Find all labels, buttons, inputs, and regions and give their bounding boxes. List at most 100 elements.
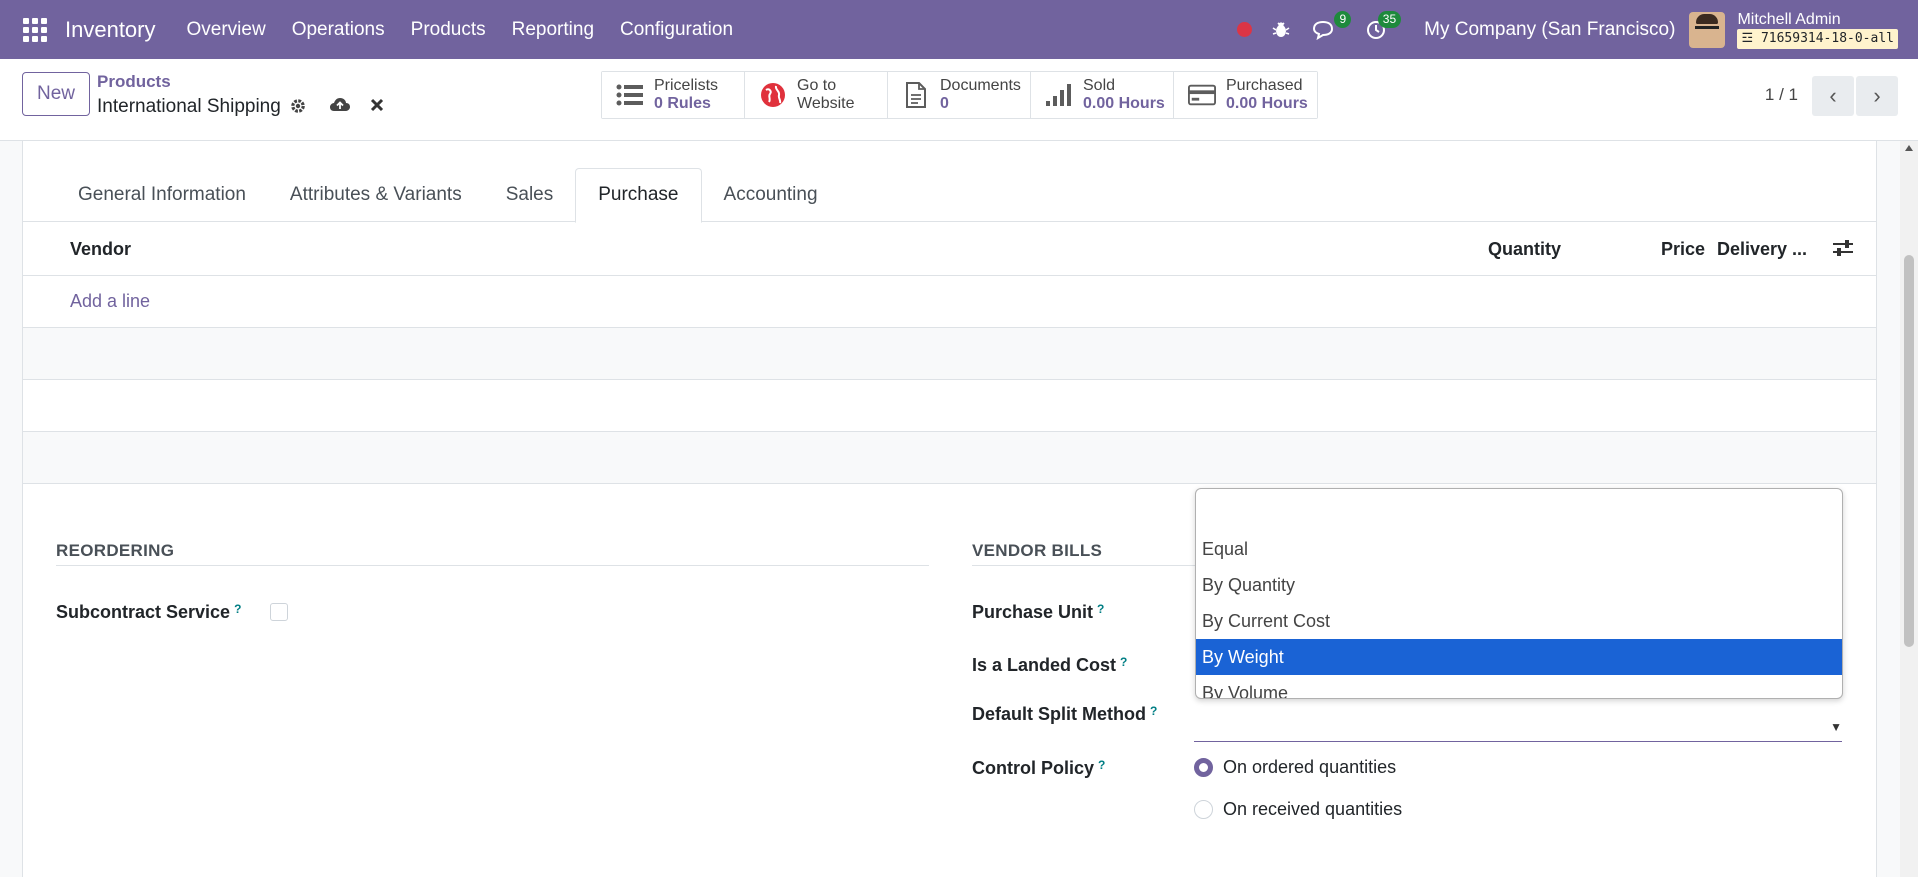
column-quantity[interactable]: Quantity: [1488, 239, 1561, 260]
radio-unchecked[interactable]: [1194, 800, 1213, 819]
messages-chat-icon[interactable]: 9: [1312, 10, 1352, 40]
website-label-line1: Go to: [797, 77, 837, 94]
pricelists-label: Pricelists: [654, 77, 719, 94]
split-option-by-quantity[interactable]: By Quantity: [1196, 567, 1842, 603]
page-scrollbar[interactable]: [1900, 141, 1918, 877]
control-panel: New Products International Shipping Pric…: [0, 59, 1918, 141]
help-tooltip-icon[interactable]: ?: [234, 602, 241, 616]
purchased-value: 0.00 Hours: [1226, 95, 1308, 112]
column-settings-sliders-icon[interactable]: [1832, 238, 1854, 263]
user-menu[interactable]: Mitchell Admin ☲ 71659314-18-0-all: [1737, 11, 1898, 49]
default-split-method-select[interactable]: ▼: [1194, 698, 1842, 742]
caret-down-icon: ▼: [1830, 720, 1842, 734]
app-name[interactable]: Inventory: [65, 17, 156, 43]
user-avatar[interactable]: [1689, 11, 1726, 48]
vendor-empty-row: [23, 432, 1876, 484]
pricelists-value: 0 Rules: [654, 95, 711, 112]
breadcrumb-products[interactable]: Products: [97, 72, 171, 92]
menu-reporting[interactable]: Reporting: [499, 19, 607, 41]
subcontract-service-checkbox[interactable]: [270, 603, 288, 621]
radio-checked[interactable]: [1194, 758, 1213, 777]
split-option-by-volume[interactable]: By Volume: [1196, 675, 1842, 698]
sold-label: Sold: [1083, 77, 1116, 94]
pager-next-button[interactable]: ›: [1856, 76, 1898, 116]
split-option-empty[interactable]: [1196, 493, 1842, 529]
credit-card-icon: [1188, 84, 1216, 106]
document-icon: [902, 81, 930, 109]
scrollbar-thumb[interactable]: [1904, 255, 1914, 647]
pager-counter[interactable]: 1 / 1: [1765, 85, 1798, 105]
default-split-method-label: Default Split Method?: [972, 704, 1157, 725]
purchase-unit-text: Purchase Unit: [972, 602, 1094, 622]
documents-value: 0: [940, 95, 949, 112]
cloud-upload-save-icon[interactable]: [329, 97, 351, 118]
split-option-equal[interactable]: Equal: [1196, 531, 1842, 567]
split-method-dropdown: Equal By Quantity By Current Cost By Wei…: [1195, 488, 1843, 699]
column-vendor[interactable]: Vendor: [70, 239, 131, 260]
subcontract-service-label: Subcontract Service?: [56, 602, 241, 623]
control-policy-ordered-option[interactable]: On ordered quantities: [1194, 757, 1396, 778]
navbar-systray: 9 35 My Company (San Francisco) Mitchell…: [1237, 0, 1898, 59]
bar-chart-icon: [1045, 83, 1073, 107]
purchased-smart-button[interactable]: Purchased 0.00 Hours: [1174, 72, 1317, 118]
reordering-section-title: REORDERING: [56, 541, 175, 560]
menu-overview[interactable]: Overview: [174, 19, 279, 41]
scroll-up-arrow-icon[interactable]: [1905, 145, 1913, 151]
pager-previous-button[interactable]: ‹: [1812, 76, 1854, 116]
landed-cost-label: Is a Landed Cost?: [972, 655, 1127, 676]
vendor-empty-row: [23, 380, 1876, 432]
discard-close-icon[interactable]: [369, 97, 385, 118]
split-option-by-current-cost[interactable]: By Current Cost: [1196, 603, 1842, 639]
control-policy-text: Control Policy: [972, 758, 1095, 778]
landed-cost-text: Is a Landed Cost: [972, 655, 1117, 675]
activities-clock-icon[interactable]: 35: [1366, 10, 1402, 40]
tab-general-information[interactable]: General Information: [56, 168, 268, 221]
purchased-label: Purchased: [1226, 77, 1303, 94]
company-switcher[interactable]: My Company (San Francisco): [1424, 19, 1675, 41]
menu-products[interactable]: Products: [398, 19, 499, 41]
column-delivery[interactable]: Delivery ...: [1717, 239, 1807, 260]
apps-menu-icon[interactable]: [21, 16, 49, 44]
vendor-table-header: Vendor Quantity Price Delivery ...: [23, 222, 1876, 276]
documents-smart-button[interactable]: Documents 0: [888, 72, 1031, 118]
reordering-divider: [56, 565, 929, 566]
recording-indicator-icon[interactable]: [1237, 22, 1253, 37]
control-policy-label: Control Policy?: [972, 758, 1105, 779]
user-name[interactable]: Mitchell Admin: [1737, 11, 1898, 29]
menu-configuration[interactable]: Configuration: [607, 19, 746, 41]
tab-sales[interactable]: Sales: [484, 168, 576, 221]
chevron-left-icon: ‹: [1829, 83, 1837, 108]
control-policy-received-option[interactable]: On received quantities: [1194, 799, 1402, 820]
new-button[interactable]: New: [22, 72, 90, 116]
help-tooltip-icon[interactable]: ?: [1098, 758, 1105, 772]
default-split-method-text: Default Split Method: [972, 704, 1146, 724]
control-policy-received-label: On received quantities: [1223, 799, 1403, 819]
gear-icon[interactable]: [289, 97, 307, 120]
notebook-tabs: General Information Attributes & Variant…: [23, 168, 1876, 223]
help-tooltip-icon[interactable]: ?: [1097, 602, 1104, 616]
activities-badge: 35: [1377, 10, 1402, 28]
menu-operations[interactable]: Operations: [279, 19, 398, 41]
record-title: International Shipping: [97, 96, 281, 117]
tab-purchase[interactable]: Purchase: [575, 168, 702, 223]
help-tooltip-icon[interactable]: ?: [1120, 655, 1127, 669]
purchase-unit-label: Purchase Unit?: [972, 602, 1104, 623]
tab-attributes-variants[interactable]: Attributes & Variants: [268, 168, 484, 221]
split-option-by-weight[interactable]: By Weight: [1196, 639, 1842, 675]
smart-buttons: Pricelists 0 Rules Go to Website Documents…: [601, 71, 1318, 119]
chevron-right-icon: ›: [1873, 83, 1881, 108]
control-policy-ordered-label: On ordered quantities: [1223, 757, 1397, 777]
add-a-line-link[interactable]: Add a line: [70, 291, 150, 312]
subcontract-service-text: Subcontract Service: [56, 602, 231, 622]
go-to-website-smart-button[interactable]: Go to Website: [745, 72, 888, 118]
vendor-bills-section-title: VENDOR BILLS: [972, 541, 1103, 560]
pricelists-smart-button[interactable]: Pricelists 0 Rules: [602, 72, 745, 118]
debug-bug-icon[interactable]: [1272, 21, 1290, 39]
help-tooltip-icon[interactable]: ?: [1150, 704, 1157, 718]
tab-accounting[interactable]: Accounting: [702, 168, 840, 221]
website-label-line2: Website: [797, 95, 855, 112]
main-menu: Overview Operations Products Reporting C…: [174, 19, 747, 41]
sold-smart-button[interactable]: Sold 0.00 Hours: [1031, 72, 1174, 118]
column-price[interactable]: Price: [1661, 239, 1705, 260]
database-badge: ☲ 71659314-18-0-all: [1737, 28, 1898, 49]
